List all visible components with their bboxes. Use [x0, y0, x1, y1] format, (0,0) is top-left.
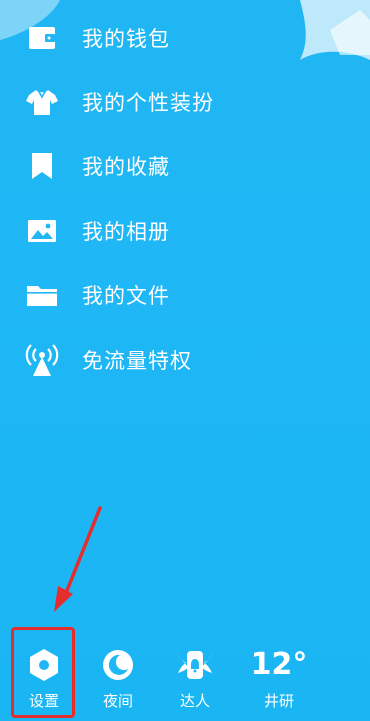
winged-badge-icon [172, 642, 218, 688]
menu-item-free-data[interactable]: 免流量特权 [22, 338, 352, 382]
menu-item-wallet[interactable]: 我的钱包 [22, 16, 352, 60]
weather-widget[interactable]: 12° 井研 [244, 630, 314, 718]
menu-label-files: 我的文件 [82, 284, 170, 308]
settings-highlight-box [11, 627, 75, 718]
weather-temperature-display: 12° [244, 642, 314, 688]
tshirt-icon [22, 84, 62, 120]
night-mode-label: 夜间 [102, 692, 133, 710]
menu-item-personalize[interactable]: 我的个性装扮 [22, 80, 352, 124]
menu-item-favorites[interactable]: 我的收藏 [22, 144, 352, 188]
menu-item-files[interactable]: 我的文件 [22, 273, 352, 317]
photo-icon [22, 213, 62, 249]
signal-tower-icon [22, 342, 62, 378]
menu-label-album: 我的相册 [82, 220, 170, 244]
bookmark-icon [22, 148, 62, 184]
wallet-icon [22, 20, 62, 56]
weather-location: 井研 [263, 692, 294, 710]
menu-label-wallet: 我的钱包 [82, 27, 170, 51]
menu-label-free-data: 免流量特权 [82, 349, 192, 373]
expert-label: 达人 [179, 692, 210, 710]
menu-label-favorites: 我的收藏 [82, 155, 170, 179]
moon-icon [95, 642, 141, 688]
folder-icon [22, 277, 62, 313]
menu-label-personalize: 我的个性装扮 [82, 91, 214, 115]
weather-temperature: 12° [250, 647, 308, 682]
night-mode-button[interactable]: 夜间 [83, 630, 153, 718]
expert-button[interactable]: 达人 [160, 630, 230, 718]
menu-item-album[interactable]: 我的相册 [22, 209, 352, 253]
